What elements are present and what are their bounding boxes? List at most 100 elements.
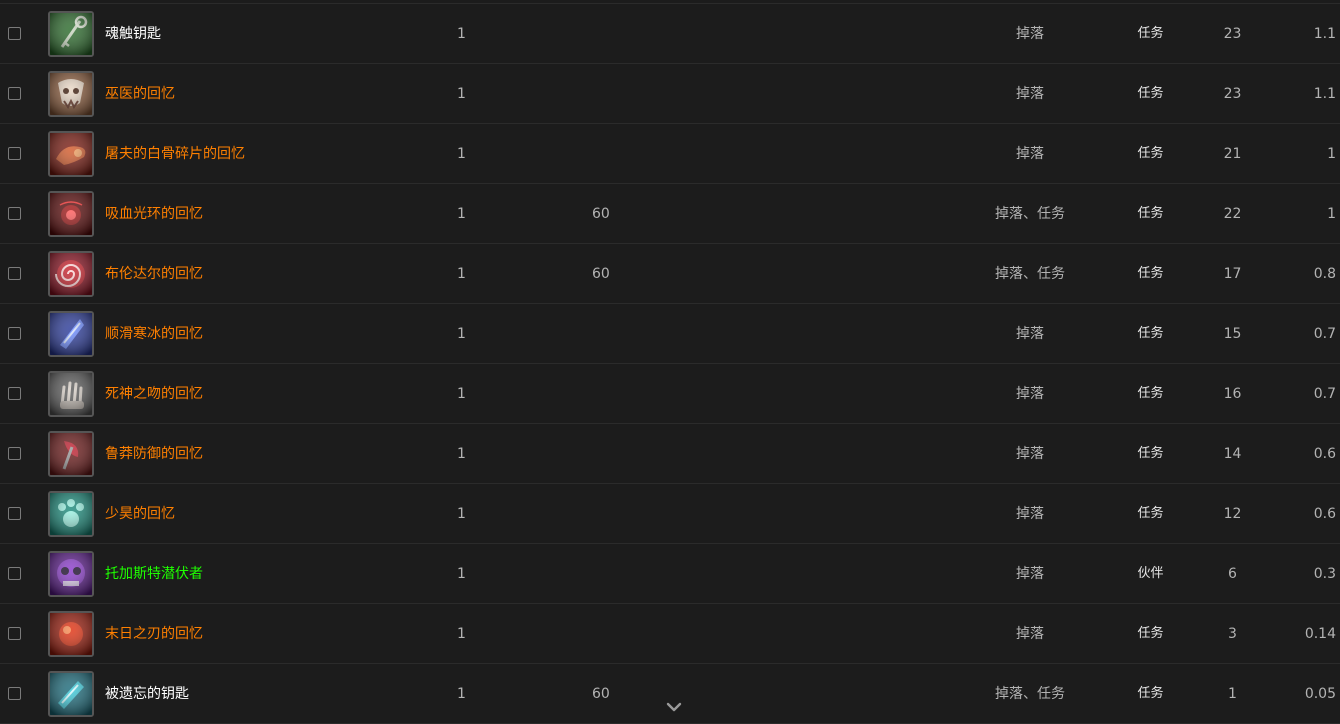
spiral-icon[interactable] — [48, 251, 94, 297]
table-row[interactable]: 被遗忘的钥匙 1 60 掉落、任务 任务 1 0.05 — [0, 664, 1340, 724]
row-checkbox[interactable] — [8, 87, 21, 100]
item-name-link[interactable]: 末日之刃的回忆 — [105, 604, 203, 664]
item-count: 16 — [1223, 386, 1242, 402]
mask-icon[interactable] — [48, 71, 94, 117]
item-count: 1 — [1228, 686, 1237, 702]
item-type: 任务 — [1137, 206, 1164, 221]
item-count: 3 — [1228, 626, 1237, 642]
item-quantity: 1 — [457, 386, 466, 402]
item-source: 掉落 — [1016, 26, 1044, 42]
row-checkbox[interactable] — [8, 207, 21, 220]
item-name-link[interactable]: 鲁莽防御的回忆 — [105, 424, 203, 484]
row-checkbox[interactable] — [8, 567, 21, 580]
item-percent: 0.14 — [1304, 626, 1336, 642]
item-name-link[interactable]: 巫医的回忆 — [105, 64, 175, 124]
item-source: 掉落、任务 — [995, 206, 1065, 222]
ice-icon[interactable] — [48, 311, 94, 357]
bone-icon[interactable] — [48, 131, 94, 177]
item-source: 掉落 — [1016, 446, 1044, 462]
item-name-link[interactable]: 被遗忘的钥匙 — [105, 664, 189, 724]
row-checkbox[interactable] — [8, 267, 21, 280]
item-count: 12 — [1223, 506, 1242, 522]
table-row[interactable]: 吸血光环的回忆 1 60 掉落、任务 任务 22 1 — [0, 184, 1340, 244]
item-level: 60 — [592, 206, 610, 222]
item-quantity: 1 — [457, 626, 466, 642]
item-count: 23 — [1223, 26, 1242, 42]
item-source: 掉落 — [1016, 566, 1044, 582]
row-checkbox[interactable] — [8, 627, 21, 640]
item-name-link[interactable]: 托加斯特潜伏者 — [105, 544, 203, 604]
row-checkbox[interactable] — [8, 507, 21, 520]
table-row[interactable]: 巫医的回忆 1 掉落 任务 23 1.1 — [0, 64, 1340, 124]
item-level: 60 — [592, 266, 610, 282]
blood-aura-icon[interactable] — [48, 191, 94, 237]
item-quantity: 1 — [457, 86, 466, 102]
item-type: 任务 — [1137, 386, 1164, 401]
item-type: 任务 — [1137, 446, 1164, 461]
item-source: 掉落 — [1016, 146, 1044, 162]
item-count: 14 — [1223, 446, 1242, 462]
item-type: 任务 — [1137, 146, 1164, 161]
table-row[interactable]: 少昊的回忆 1 掉落 任务 12 0.6 — [0, 484, 1340, 544]
item-name-link[interactable]: 布伦达尔的回忆 — [105, 244, 203, 304]
item-type: 任务 — [1137, 26, 1164, 41]
table-row[interactable]: 布伦达尔的回忆 1 60 掉落、任务 任务 17 0.8 — [0, 244, 1340, 304]
item-count: 23 — [1223, 86, 1242, 102]
orb-icon[interactable] — [48, 611, 94, 657]
item-type: 任务 — [1137, 86, 1164, 101]
chevron-down-icon[interactable] — [666, 700, 682, 714]
item-count: 15 — [1223, 326, 1242, 342]
table-row[interactable]: 顺滑寒冰的回忆 1 掉落 任务 15 0.7 — [0, 304, 1340, 364]
item-name-link[interactable]: 魂触钥匙 — [105, 4, 161, 64]
row-checkbox[interactable] — [8, 447, 21, 460]
row-checkbox[interactable] — [8, 387, 21, 400]
item-count: 22 — [1223, 206, 1242, 222]
item-source: 掉落 — [1016, 326, 1044, 342]
item-percent: 0.6 — [1313, 446, 1336, 462]
item-type: 任务 — [1137, 626, 1164, 641]
table-row[interactable]: 托加斯特潜伏者 1 掉落 伙伴 6 0.3 — [0, 544, 1340, 604]
item-type: 任务 — [1137, 326, 1164, 341]
table-row[interactable]: 死神之吻的回忆 1 掉落 任务 16 0.7 — [0, 364, 1340, 424]
item-quantity: 1 — [457, 506, 466, 522]
item-percent: 1.1 — [1313, 26, 1336, 42]
table-row[interactable]: 屠夫的白骨碎片的回忆 1 掉落 任务 21 1 — [0, 124, 1340, 184]
row-checkbox[interactable] — [8, 27, 21, 40]
item-name-link[interactable]: 顺滑寒冰的回忆 — [105, 304, 203, 364]
item-source: 掉落 — [1016, 506, 1044, 522]
item-name-link[interactable]: 少昊的回忆 — [105, 484, 175, 544]
claw-hand-icon[interactable] — [48, 371, 94, 417]
item-quantity: 1 — [457, 566, 466, 582]
table-row[interactable]: 鲁莽防御的回忆 1 掉落 任务 14 0.6 — [0, 424, 1340, 484]
key-icon[interactable] — [48, 11, 94, 57]
item-count: 6 — [1228, 566, 1237, 582]
item-name-link[interactable]: 吸血光环的回忆 — [105, 184, 203, 244]
row-checkbox[interactable] — [8, 147, 21, 160]
item-source: 掉落、任务 — [995, 686, 1065, 702]
loot-table: 魂触钥匙 1 掉落 任务 23 1.1 巫医的回忆 1 掉落 任务 23 1.1… — [0, 0, 1340, 724]
item-name-link[interactable]: 死神之吻的回忆 — [105, 364, 203, 424]
table-row[interactable]: 魂触钥匙 1 掉落 任务 23 1.1 — [0, 4, 1340, 64]
item-percent: 0.05 — [1304, 686, 1336, 702]
item-type: 任务 — [1137, 266, 1164, 281]
item-level: 60 — [592, 686, 610, 702]
row-checkbox[interactable] — [8, 327, 21, 340]
item-quantity: 1 — [457, 326, 466, 342]
table-row[interactable]: 末日之刃的回忆 1 掉落 任务 3 0.14 — [0, 604, 1340, 664]
item-percent: 0.7 — [1313, 326, 1336, 342]
crystal-key-icon[interactable] — [48, 671, 94, 717]
item-source: 掉落 — [1016, 86, 1044, 102]
item-percent: 0.6 — [1313, 506, 1336, 522]
axe-icon[interactable] — [48, 431, 94, 477]
paw-icon[interactable] — [48, 491, 94, 537]
skull-creature-icon[interactable] — [48, 551, 94, 597]
item-type: 任务 — [1137, 506, 1164, 521]
item-quantity: 1 — [457, 26, 466, 42]
item-name-link[interactable]: 屠夫的白骨碎片的回忆 — [105, 124, 245, 184]
item-percent: 0.7 — [1313, 386, 1336, 402]
row-checkbox[interactable] — [8, 687, 21, 700]
item-quantity: 1 — [457, 446, 466, 462]
item-percent: 1 — [1327, 206, 1336, 222]
item-count: 21 — [1223, 146, 1242, 162]
item-quantity: 1 — [457, 146, 466, 162]
